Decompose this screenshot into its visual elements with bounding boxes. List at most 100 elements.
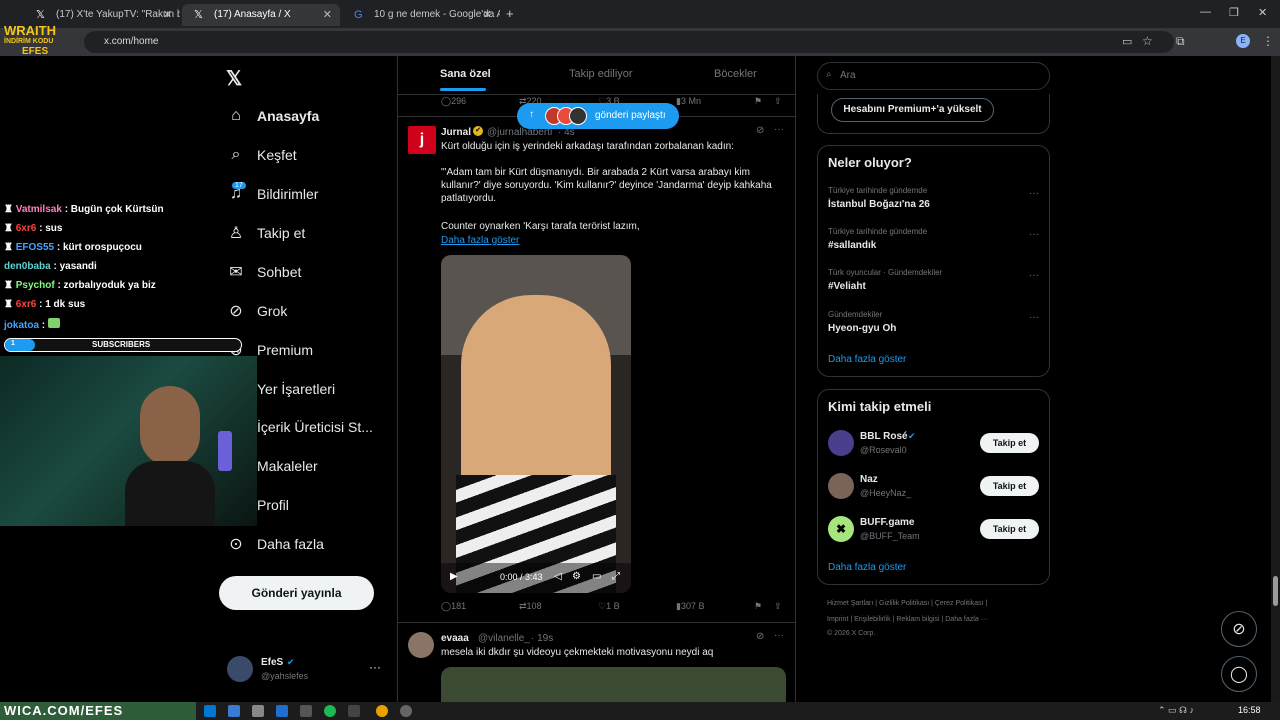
avatar[interactable] — [828, 430, 854, 456]
search-input[interactable]: ⌕ Ara — [817, 62, 1050, 90]
tab-custom[interactable]: Böcekler — [714, 68, 757, 80]
tab-for-you[interactable]: Sana özel — [440, 68, 491, 80]
share-icon[interactable]: ⇪ — [774, 601, 782, 612]
app-icon[interactable] — [300, 705, 312, 717]
x-logo-icon[interactable]: 𝕏 — [226, 66, 242, 91]
close-tab-icon[interactable]: ✕ — [163, 8, 172, 21]
bell-icon: ♫ 17 — [227, 182, 246, 203]
volume-icon[interactable]: ◁ — [554, 571, 562, 582]
follow-button[interactable]: Takip et — [980, 519, 1039, 539]
post-time[interactable]: · 19s — [531, 632, 553, 645]
messages-fab[interactable]: ◯ — [1221, 656, 1257, 692]
like-button[interactable]: ♡ 1 B — [598, 601, 620, 612]
upgrade-premium-button[interactable]: Hesabını Premium+'a yükselt — [831, 98, 994, 122]
close-window-icon[interactable]: ✕ — [1258, 6, 1267, 19]
follow-button[interactable]: Takip et — [980, 476, 1039, 496]
minimize-icon[interactable]: — — [1200, 6, 1211, 18]
show-more-link[interactable]: Daha fazla göster — [441, 234, 519, 247]
suggestion-name[interactable]: Naz — [860, 474, 878, 485]
cast-icon[interactable]: ▭ — [1122, 35, 1132, 48]
post-media[interactable] — [441, 667, 786, 702]
close-tab-icon[interactable]: ✕ — [323, 8, 332, 21]
post-author[interactable]: evaaa — [441, 632, 469, 645]
reply-button[interactable]: ◯ 296 — [441, 96, 466, 107]
reply-button[interactable]: ◯ 181 — [441, 601, 466, 612]
nav-item-grok[interactable]: ⊘ Grok — [227, 296, 287, 326]
settings-icon[interactable]: ⚙ — [572, 571, 581, 582]
nav-item-home[interactable]: ⌂ Anasayfa — [227, 101, 319, 131]
clock[interactable]: 16:58 — [1238, 705, 1261, 715]
show-more-follow-link[interactable]: Daha fazla göster — [828, 562, 906, 573]
post-handle[interactable]: @vilanelle_ — [478, 632, 530, 645]
bookmark-icon[interactable]: ⚑ — [754, 96, 762, 107]
chrome-icon[interactable] — [376, 705, 388, 717]
post-author[interactable]: Jurnal — [441, 126, 471, 139]
nav-item-explore[interactable]: ⌕ Keşfet — [227, 140, 297, 170]
nav-item-more[interactable]: ⊙ Daha fazla — [227, 529, 324, 559]
scrollbar-thumb[interactable] — [1273, 576, 1278, 606]
browser-tab-2[interactable]: 𝕏 (17) Anasayfa / X ✕ — [182, 4, 340, 26]
more-icon[interactable]: ··· — [1029, 188, 1039, 199]
app-icon[interactable] — [276, 705, 288, 717]
suggestion-name[interactable]: BBL Rosé — [860, 431, 908, 442]
trend-item[interactable]: Hyeon-gyu Oh — [828, 323, 896, 334]
windows-start-icon[interactable] — [204, 705, 216, 717]
more-icon[interactable]: ··· — [1029, 229, 1039, 240]
nav-item-notifications[interactable]: ♫ 17 Bildirimler — [227, 179, 318, 209]
extensions-icon[interactable]: ⧉ — [1176, 34, 1185, 49]
profile-avatar-icon[interactable]: E — [1236, 34, 1250, 48]
views-button[interactable]: ▮ 3 Mn — [676, 96, 701, 107]
buff-logo-icon[interactable]: ✖ — [828, 516, 854, 542]
more-icon[interactable]: ··· — [1029, 270, 1039, 281]
nav-item-messages[interactable]: ✉ Sohbet — [227, 257, 301, 287]
footer-links[interactable]: Hizmet Şartları | Gizlilik Politikası | … — [827, 600, 987, 607]
account-switcher[interactable]: EfeS ✔ @yahslefes ··· — [227, 656, 387, 686]
grok-fab[interactable]: ⊘ — [1221, 611, 1257, 647]
new-tab-button[interactable]: + — [506, 6, 514, 21]
browser-menu-icon[interactable]: ⋮ — [1262, 34, 1274, 48]
bookmark-icon[interactable]: ⚑ — [754, 601, 762, 612]
tray-icons[interactable]: ⌃ ▭ ☊ ♪ — [1158, 705, 1194, 716]
pip-icon[interactable]: ▭ — [592, 571, 601, 582]
grok-icon[interactable]: ⊘ — [756, 125, 764, 136]
spotify-icon[interactable] — [324, 705, 336, 717]
browser-tab-3[interactable]: G 10 g ne demek - Google'da Ara ✕ — [342, 4, 500, 26]
follow-button[interactable]: Takip et — [980, 433, 1039, 453]
post-button[interactable]: Gönderi yayınla — [219, 576, 374, 610]
app-icon[interactable] — [348, 705, 360, 717]
sponsor-logo: WRAITH İNDİRİM KODU EFES — [4, 24, 74, 62]
app-icon[interactable] — [228, 705, 240, 717]
maximize-icon[interactable]: ❐ — [1229, 6, 1239, 19]
show-more-trends-link[interactable]: Daha fazla göster — [828, 354, 906, 365]
trend-category: Türk oyuncular · Gündemdekiler — [828, 268, 943, 277]
app-icon[interactable] — [400, 705, 412, 717]
trend-item[interactable]: #Veliaht — [828, 281, 866, 292]
fullscreen-icon[interactable]: ⤢ — [612, 571, 620, 582]
tab-following[interactable]: Takip ediliyor — [569, 68, 633, 80]
avatar[interactable] — [828, 473, 854, 499]
suggestion-name[interactable]: BUFF.game — [860, 517, 914, 528]
footer-links[interactable]: Imprint | Erişilebilirlik | Reklam bilgi… — [827, 616, 988, 623]
trend-item[interactable]: İstanbul Boğazı'na 26 — [828, 199, 930, 210]
views-button[interactable]: ▮ 307 B — [676, 601, 704, 612]
nav-item-follow[interactable]: ♙ Takip et — [227, 218, 305, 248]
close-tab-icon[interactable]: ✕ — [483, 8, 492, 21]
video-player[interactable]: ▶ 0:00 / 3:43 ◁ ⚙ ▭ ⤢ — [441, 255, 631, 593]
avatar[interactable]: j — [408, 126, 436, 154]
more-icon[interactable]: ··· — [1029, 312, 1039, 323]
more-icon[interactable]: ··· — [774, 630, 784, 641]
scrollbar[interactable] — [1271, 56, 1280, 702]
notification-badge: 17 — [232, 182, 246, 189]
share-icon[interactable]: ⇪ — [774, 96, 782, 107]
app-icon[interactable] — [252, 705, 264, 717]
new-posts-toast[interactable]: ↑ gönderi paylaştı — [517, 103, 679, 129]
tab-title: 10 g ne demek - Google'da Ara — [374, 9, 500, 20]
address-bar[interactable]: x.com/home — [84, 31, 1174, 53]
more-icon[interactable]: ··· — [774, 124, 784, 135]
bookmark-star-icon[interactable]: ☆ — [1142, 34, 1153, 48]
avatar[interactable] — [408, 632, 434, 658]
grok-icon[interactable]: ⊘ — [756, 631, 764, 642]
trend-item[interactable]: #sallandık — [828, 240, 876, 251]
repost-button[interactable]: ⇄ 108 — [519, 601, 542, 612]
play-icon[interactable]: ▶ — [450, 571, 458, 582]
